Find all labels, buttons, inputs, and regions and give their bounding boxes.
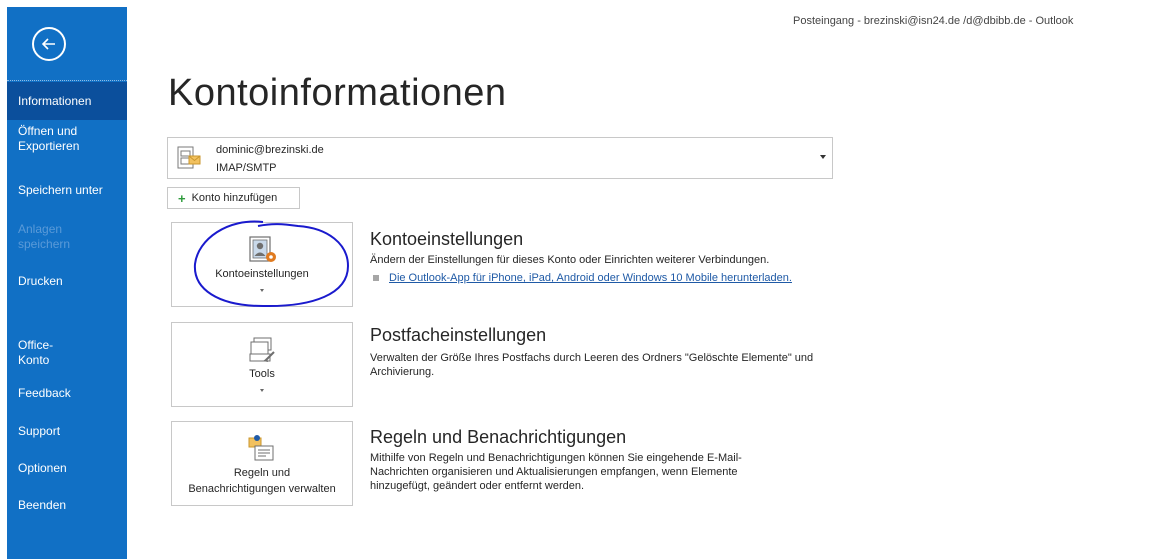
sidebar-item-office-konto[interactable]: Office-Konto	[7, 338, 79, 368]
account-settings-heading: Kontoeinstellungen	[370, 229, 524, 249]
sidebar-item-optionen[interactable]: Optionen	[7, 461, 127, 476]
sidebar-item-informationen[interactable]: Informationen	[7, 82, 127, 120]
back-arrow-icon	[41, 38, 55, 50]
add-account-label: Konto hinzufügen	[191, 192, 278, 204]
backstage-sidebar: Informationen Öffnen und Exportieren Spe…	[7, 7, 127, 559]
outlook-app-download-link[interactable]: Die Outlook-App für iPhone, iPad, Androi…	[389, 272, 792, 284]
rules-alerts-description: Mithilfe von Regeln und Benachrichtigung…	[370, 452, 742, 492]
bullet-icon	[373, 275, 379, 281]
account-dropdown[interactable]: dominic@brezinski.de IMAP/SMTP	[167, 137, 833, 179]
window-title: Posteingang - brezinski@isn24.de /d@dbib…	[793, 15, 1074, 27]
rules-alerts-heading: Regeln und Benachrichtigungen	[370, 427, 627, 447]
chevron-down-icon	[820, 155, 826, 159]
add-account-button[interactable]: + Konto hinzufügen	[167, 187, 300, 209]
account-email: dominic@brezinski.de	[216, 144, 324, 156]
sidebar-item-anlagen-speichern[interactable]: Anlagen speichern	[7, 222, 87, 252]
account-settings-tile-label: Kontoeinstellungen	[215, 268, 309, 280]
mailbox-settings-heading: Postfacheinstellungen	[370, 325, 547, 345]
mail-account-icon	[177, 146, 201, 169]
sidebar-item-drucken[interactable]: Drucken	[7, 274, 127, 289]
back-button[interactable]	[32, 27, 66, 61]
sidebar-divider	[7, 80, 127, 81]
chevron-down-icon	[260, 389, 264, 392]
sidebar-item-feedback[interactable]: Feedback	[7, 386, 127, 401]
tools-tile[interactable]: Tools	[171, 322, 353, 407]
mailbox-settings-description: Verwalten der Größe Ihres Postfachs durc…	[370, 352, 814, 378]
account-settings-icon	[249, 236, 276, 262]
tools-tile-label: Tools	[249, 368, 275, 380]
sidebar-item-beenden[interactable]: Beenden	[7, 498, 127, 513]
page-title: Kontoinformationen	[168, 72, 507, 114]
sidebar-item-support[interactable]: Support	[7, 424, 127, 439]
sidebar-item-oeffnen-exportieren[interactable]: Öffnen und Exportieren	[7, 124, 119, 154]
account-settings-tile[interactable]: Kontoeinstellungen	[171, 222, 353, 307]
account-settings-description: Ändern der Einstellungen für dieses Kont…	[370, 254, 770, 266]
chevron-down-icon	[260, 289, 264, 292]
mailbox-cleanup-icon	[249, 337, 275, 362]
rules-alerts-tile[interactable]: Regeln und Benachrichtigungen verwalten	[171, 421, 353, 506]
rules-tile-label-line2: Benachrichtigungen verwalten	[188, 483, 336, 495]
rules-tile-label-line1: Regeln und	[233, 467, 291, 479]
account-type: IMAP/SMTP	[216, 162, 277, 174]
outlook-app-link-item: Die Outlook-App für iPhone, iPad, Androi…	[373, 272, 792, 284]
rules-alerts-icon	[248, 435, 274, 461]
plus-icon: +	[178, 190, 186, 206]
sidebar-item-speichern-unter[interactable]: Speichern unter	[7, 183, 127, 198]
